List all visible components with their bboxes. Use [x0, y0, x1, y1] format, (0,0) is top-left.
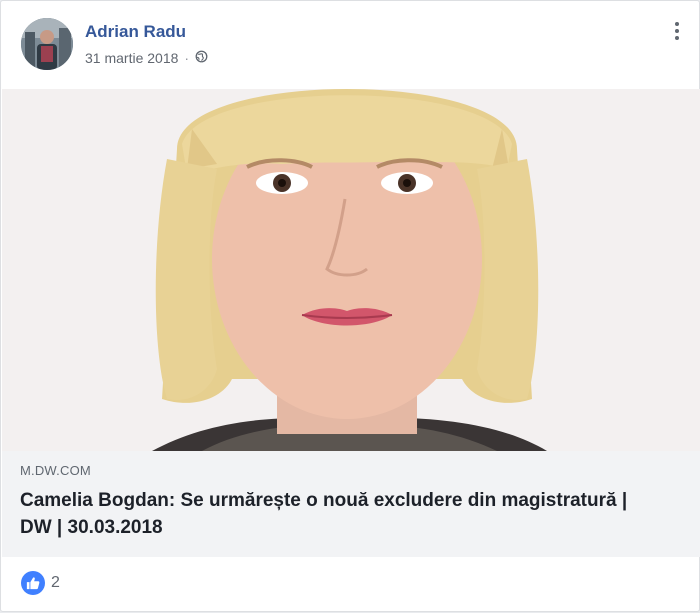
post-header: Adrian Radu 31 martie 2018 · — [1, 1, 699, 89]
feed-post: Adrian Radu 31 martie 2018 · M.DW.COM Ca… — [0, 0, 700, 612]
link-domain: M.DW.COM — [20, 463, 91, 478]
more-options-icon[interactable] — [667, 19, 687, 43]
reactions-summary[interactable]: 2 — [21, 571, 60, 595]
link-preview-details[interactable]: M.DW.COM Camelia Bogdan: Se urmărește o … — [2, 451, 700, 557]
like-icon — [21, 571, 45, 595]
post-meta: 31 martie 2018 · — [85, 50, 208, 66]
post-date[interactable]: 31 martie 2018 — [85, 50, 178, 66]
author-name-link[interactable]: Adrian Radu — [85, 22, 186, 42]
reaction-count: 2 — [51, 574, 60, 591]
link-preview-image[interactable] — [2, 89, 700, 451]
globe-icon[interactable] — [195, 50, 208, 66]
meta-separator: · — [184, 50, 190, 66]
post-footer: 2 — [1, 557, 699, 613]
author-avatar[interactable] — [21, 18, 73, 70]
link-title[interactable]: Camelia Bogdan: Se urmărește o nouă excl… — [20, 487, 640, 541]
